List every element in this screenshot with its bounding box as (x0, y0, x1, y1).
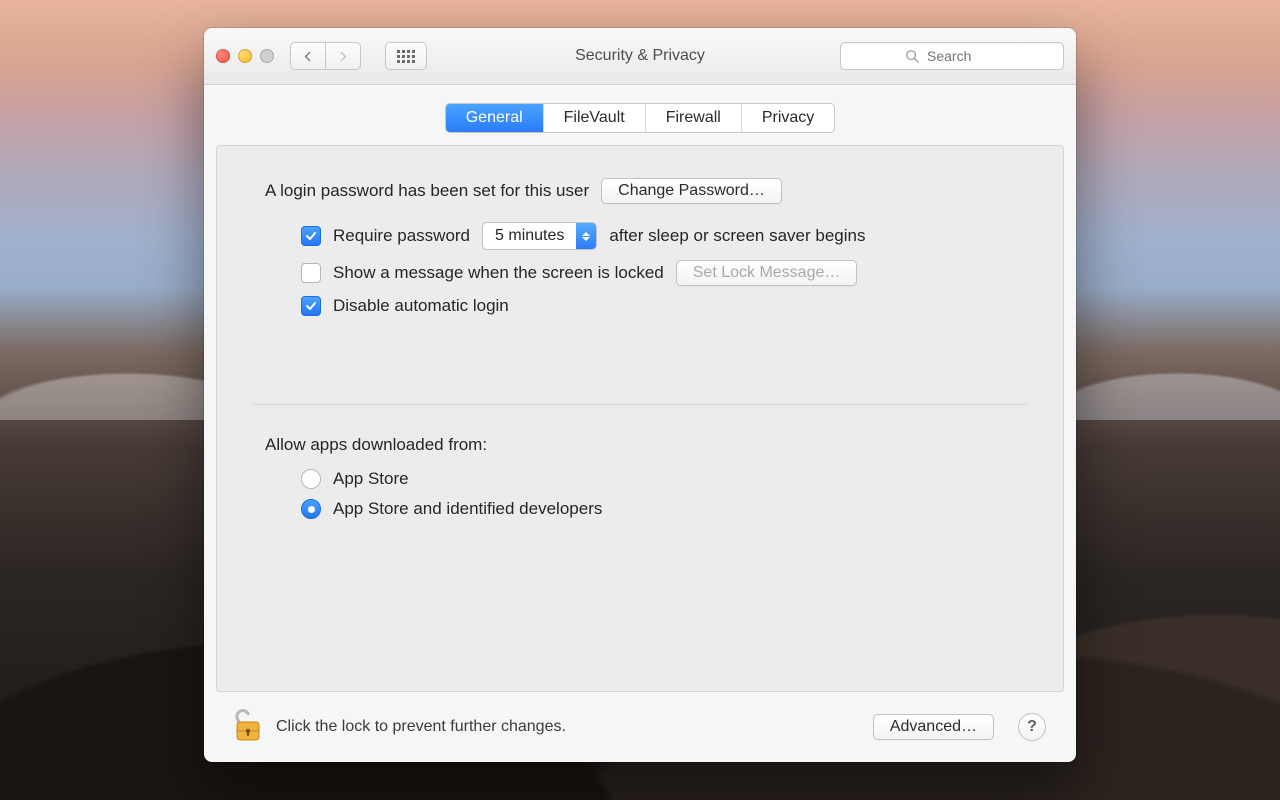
gatekeeper-label-identified: App Store and identified developers (333, 499, 602, 519)
gatekeeper-option-identified-row: App Store and identified developers (301, 499, 1015, 519)
change-password-button[interactable]: Change Password… (601, 178, 782, 204)
require-password-row: Require password 5 minutes after sleep o… (301, 222, 1015, 250)
lock-text: Click the lock to prevent further change… (276, 718, 566, 736)
chevron-left-icon (304, 51, 312, 62)
footer: Click the lock to prevent further change… (216, 692, 1064, 762)
search-field[interactable] (840, 42, 1064, 70)
divider (253, 404, 1027, 405)
titlebar: Security & Privacy (204, 28, 1076, 85)
chevron-right-icon (339, 51, 347, 62)
traffic-lights (216, 49, 274, 63)
gatekeeper-radio-appstore[interactable] (301, 469, 321, 489)
back-button[interactable] (290, 42, 325, 70)
preferences-window: Security & Privacy General FileVault Fir… (204, 28, 1076, 762)
require-password-delay-popup[interactable]: 5 minutes (482, 222, 597, 250)
search-input[interactable] (925, 47, 999, 65)
stepper-icon (576, 223, 596, 249)
show-all-button[interactable] (385, 42, 427, 70)
forward-button[interactable] (325, 42, 361, 70)
search-icon (905, 49, 919, 63)
tab-firewall[interactable]: Firewall (645, 104, 741, 132)
zoom-button (260, 49, 274, 63)
tab-filevault[interactable]: FileVault (543, 104, 645, 132)
gatekeeper-option-appstore-row: App Store (301, 469, 1015, 489)
desktop-wallpaper: Security & Privacy General FileVault Fir… (0, 0, 1280, 800)
help-button[interactable]: ? (1018, 713, 1046, 741)
nav-buttons (290, 42, 361, 70)
close-button[interactable] (216, 49, 230, 63)
grid-icon (397, 50, 415, 63)
lock-open-icon (234, 708, 262, 742)
show-message-row: Show a message when the screen is locked… (301, 260, 1015, 286)
minimize-button[interactable] (238, 49, 252, 63)
password-set-row: A login password has been set for this u… (265, 178, 1015, 204)
gatekeeper-radio-identified[interactable] (301, 499, 321, 519)
require-password-checkbox[interactable] (301, 226, 321, 246)
lock-button[interactable] (234, 708, 262, 747)
gatekeeper-heading: Allow apps downloaded from: (265, 435, 487, 455)
disable-auto-login-checkbox[interactable] (301, 296, 321, 316)
show-message-label: Show a message when the screen is locked (333, 263, 664, 283)
tab-bar: General FileVault Firewall Privacy (445, 103, 836, 133)
tab-general[interactable]: General (446, 104, 543, 132)
window-title: Security & Privacy (575, 47, 705, 65)
check-icon (305, 230, 317, 242)
advanced-button[interactable]: Advanced… (873, 714, 994, 740)
gatekeeper-label-appstore: App Store (333, 469, 409, 489)
check-icon (305, 300, 317, 312)
general-panel: A login password has been set for this u… (216, 145, 1064, 692)
require-password-label: Require password (333, 226, 470, 246)
set-lock-message-button[interactable]: Set Lock Message… (676, 260, 858, 286)
delay-value: 5 minutes (483, 223, 576, 249)
show-message-checkbox[interactable] (301, 263, 321, 283)
password-set-label: A login password has been set for this u… (265, 181, 589, 201)
disable-auto-login-row: Disable automatic login (301, 296, 1015, 316)
after-sleep-label: after sleep or screen saver begins (609, 226, 865, 246)
tab-privacy[interactable]: Privacy (741, 104, 834, 132)
disable-auto-login-label: Disable automatic login (333, 296, 509, 316)
gatekeeper-heading-row: Allow apps downloaded from: (265, 435, 1015, 455)
content-area: General FileVault Firewall Privacy A log… (204, 85, 1076, 762)
